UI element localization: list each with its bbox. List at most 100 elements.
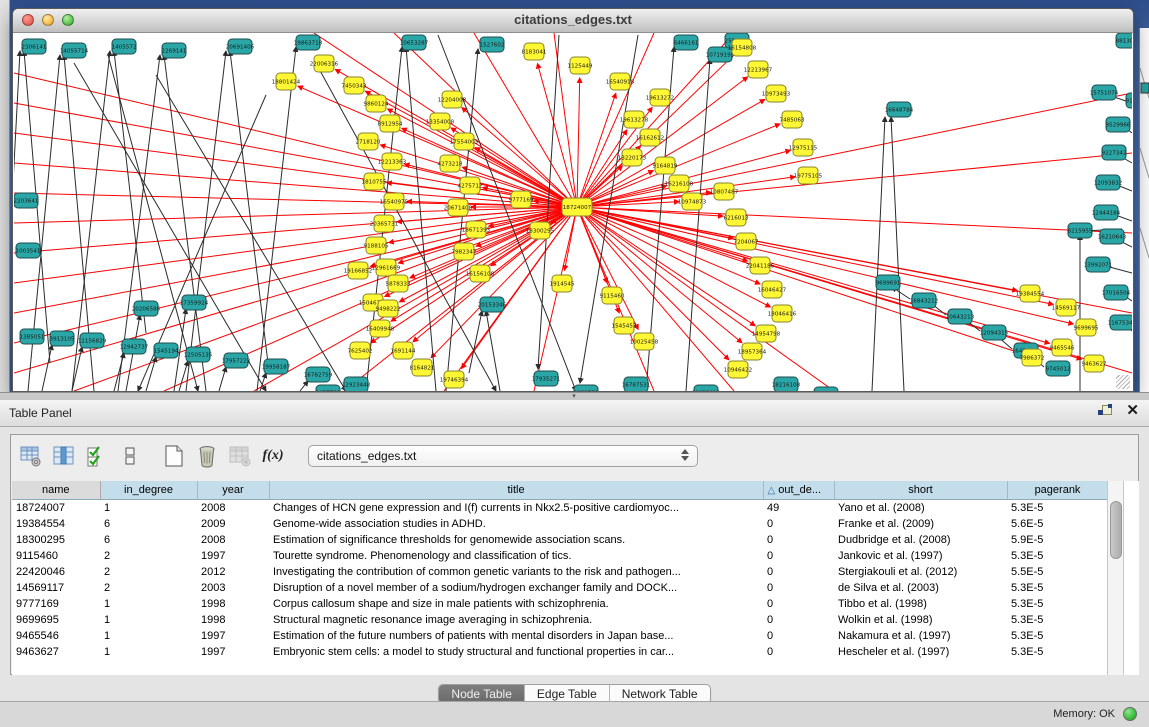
table-cell[interactable]: 0 <box>763 564 834 580</box>
table-cell[interactable]: 0 <box>763 548 834 564</box>
table-cell[interactable]: 6 <box>100 516 197 532</box>
table-cell[interactable]: Corpus callosum shape and size in male p… <box>269 596 763 612</box>
column-header-title[interactable]: title <box>269 481 763 500</box>
table-row[interactable]: 1872400712008Changes of HCN gene express… <box>12 500 1108 517</box>
column-header-in_degree[interactable]: in_degree <box>100 481 197 500</box>
table-cell[interactable]: 9699695 <box>12 612 100 628</box>
table-row[interactable]: 977716911998Corpus callosum shape and si… <box>12 596 1108 612</box>
table-selector-dropdown[interactable]: citations_edges.txt <box>308 445 698 467</box>
table-cell[interactable]: 0 <box>763 612 834 628</box>
table-cell[interactable]: Investigating the contribution of common… <box>269 564 763 580</box>
table-cell[interactable]: 0 <box>763 532 834 548</box>
table-cell[interactable]: 49 <box>763 500 834 517</box>
panel-splitter[interactable]: ▾ <box>0 392 1149 400</box>
table-cell[interactable]: 1997 <box>197 548 269 564</box>
table-cell[interactable]: 1 <box>100 644 197 660</box>
table-cell[interactable]: Nakamura et al. (1997) <box>834 628 1007 644</box>
table-cell[interactable]: 1 <box>100 596 197 612</box>
table-cell[interactable]: 9115460 <box>12 548 100 564</box>
table-cell[interactable]: Stergiakouli et al. (2012) <box>834 564 1007 580</box>
window-titlebar[interactable]: citations_edges.txt <box>13 9 1133 33</box>
table-cell[interactable]: 14569117 <box>12 580 100 596</box>
close-panel-icon[interactable]: ✕ <box>1126 404 1139 418</box>
table-cell[interactable]: 5.3E-5 <box>1007 548 1108 564</box>
table-cell[interactable]: 1 <box>100 612 197 628</box>
table-cell[interactable]: 1 <box>100 500 197 517</box>
table-row[interactable]: 911546021997Tourette syndrome. Phenomeno… <box>12 548 1108 564</box>
table-cell[interactable]: 2 <box>100 564 197 580</box>
table-cell[interactable]: Tibbo et al. (1998) <box>834 596 1007 612</box>
table-cell[interactable]: 2 <box>100 548 197 564</box>
table-cell[interactable]: 5.3E-5 <box>1007 644 1108 660</box>
table-row[interactable]: 1456911722003Disruption of a novel membe… <box>12 580 1108 596</box>
table-cell[interactable]: Genome-wide association studies in ADHD. <box>269 516 763 532</box>
table-cell[interactable]: 22420046 <box>12 564 100 580</box>
memory-ok-led-icon[interactable] <box>1123 707 1137 721</box>
table-cell[interactable]: 18724007 <box>12 500 100 517</box>
table-cell[interactable]: 5.3E-5 <box>1007 500 1108 517</box>
table-cell[interactable]: Franke et al. (2009) <box>834 516 1007 532</box>
table-cell[interactable]: Estimation of significance thresholds fo… <box>269 532 763 548</box>
table-cell[interactable]: 5.3E-5 <box>1007 628 1108 644</box>
graph-node[interactable] <box>814 387 838 391</box>
table-row[interactable]: 1938455462009Genome-wide association stu… <box>12 516 1108 532</box>
table-cell[interactable]: 2003 <box>197 580 269 596</box>
column-header-name[interactable]: name <box>12 481 100 500</box>
column-header-out_degree[interactable]: △out_de... <box>763 481 834 500</box>
delete-column-trash-icon[interactable] <box>195 444 219 468</box>
window-resize-grip[interactable] <box>1116 375 1130 389</box>
table-row[interactable]: 946554611997Estimation of the future num… <box>12 628 1108 644</box>
table-cell[interactable]: Disruption of a novel member of a sodium… <box>269 580 763 596</box>
column-header-short[interactable]: short <box>834 481 1007 500</box>
table-cell[interactable]: 1997 <box>197 628 269 644</box>
table-cell[interactable]: 5.5E-5 <box>1007 564 1108 580</box>
table-cell[interactable]: 5.3E-5 <box>1007 596 1108 612</box>
table-row[interactable]: 2242004622012Investigating the contribut… <box>12 564 1108 580</box>
table-row[interactable]: 1830029562008Estimation of significance … <box>12 532 1108 548</box>
table-cell[interactable]: 1997 <box>197 644 269 660</box>
create-column-icon[interactable] <box>162 444 186 468</box>
table-cell[interactable]: 0 <box>763 628 834 644</box>
table-cell[interactable]: Hescheler et al. (1997) <box>834 644 1007 660</box>
table-cell[interactable]: Changes of HCN gene expression and I(f) … <box>269 500 763 517</box>
vertical-scrollbar[interactable] <box>1107 481 1124 675</box>
table-cell[interactable]: 2008 <box>197 532 269 548</box>
float-panel-icon[interactable] <box>1098 404 1112 418</box>
table-cell[interactable]: 5.3E-5 <box>1007 580 1108 596</box>
table-cell[interactable]: 5.6E-5 <box>1007 516 1108 532</box>
table-cell[interactable]: Embryonic stem cells: a model to study s… <box>269 644 763 660</box>
table-cell[interactable]: 5.3E-5 <box>1007 612 1108 628</box>
table-cell[interactable]: 1998 <box>197 596 269 612</box>
table-cell[interactable]: 2008 <box>197 500 269 517</box>
table-cell[interactable]: Wolkin et al. (1998) <box>834 612 1007 628</box>
table-cell[interactable]: 1 <box>100 628 197 644</box>
table-cell[interactable]: Tourette syndrome. Phenomenology and cla… <box>269 548 763 564</box>
table-cell[interactable]: 0 <box>763 596 834 612</box>
select-columns-icon[interactable] <box>85 444 109 468</box>
table-cell[interactable]: 19384554 <box>12 516 100 532</box>
network-canvas[interactable]: 2306141140557141405572226914120691406198… <box>14 33 1132 391</box>
table-row[interactable]: 969969511998Structural magnetic resonanc… <box>12 612 1108 628</box>
table-cell[interactable]: 2009 <box>197 516 269 532</box>
table-cell[interactable]: 0 <box>763 516 834 532</box>
table-cell[interactable]: 9465546 <box>12 628 100 644</box>
table-mode-icon[interactable] <box>19 444 43 468</box>
table-cell[interactable]: 2 <box>100 580 197 596</box>
show-columns-icon[interactable] <box>52 444 76 468</box>
table-cell[interactable]: Dudbridge et al. (2008) <box>834 532 1007 548</box>
table-cell[interactable]: 18300295 <box>12 532 100 548</box>
table-cell[interactable]: 0 <box>763 644 834 660</box>
table-cell[interactable]: 0 <box>763 580 834 596</box>
table-cell[interactable]: 9777169 <box>12 596 100 612</box>
row-height-icon[interactable] <box>118 444 142 468</box>
table-cell[interactable]: Structural magnetic resonance image aver… <box>269 612 763 628</box>
scrollbar-thumb[interactable] <box>1110 501 1122 559</box>
table-row[interactable]: 946362711997Embryonic stem cells: a mode… <box>12 644 1108 660</box>
function-builder-icon[interactable]: f(x) <box>261 444 285 468</box>
table-cell[interactable]: 5.9E-5 <box>1007 532 1108 548</box>
table-cell[interactable]: 2012 <box>197 564 269 580</box>
column-header-year[interactable]: year <box>197 481 269 500</box>
table-cell[interactable]: 6 <box>100 532 197 548</box>
column-header-pagerank[interactable]: pagerank <box>1007 481 1108 500</box>
table-cell[interactable]: de Silva et al. (2003) <box>834 580 1007 596</box>
